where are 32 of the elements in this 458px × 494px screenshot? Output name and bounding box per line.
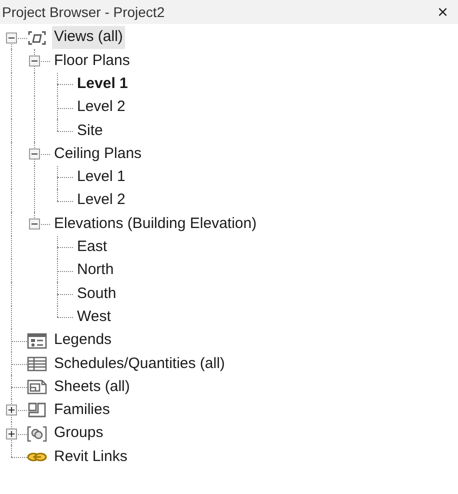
tree-item[interactable]: Groups xyxy=(52,422,106,445)
legend-icon xyxy=(27,332,47,348)
collapse-icon[interactable] xyxy=(29,148,40,160)
family-icon xyxy=(27,402,47,418)
group-icon xyxy=(27,426,47,442)
tree-item[interactable]: Legends xyxy=(52,329,114,352)
tree-item[interactable]: Level 2 xyxy=(75,96,128,119)
tree-item[interactable]: South xyxy=(75,282,118,306)
tree-item[interactable]: Ceiling Plans xyxy=(52,142,144,166)
collapse-icon[interactable] xyxy=(29,218,40,230)
tree-item[interactable]: Level 1 xyxy=(75,166,128,189)
expand-icon[interactable] xyxy=(6,428,17,440)
tree-item[interactable]: East xyxy=(75,236,110,259)
expand-icon[interactable] xyxy=(6,404,17,416)
tree-item[interactable]: Revit Links xyxy=(52,446,130,468)
collapse-icon[interactable] xyxy=(6,32,17,44)
tree-item[interactable]: North xyxy=(75,259,116,282)
tree-item[interactable]: Level 1 xyxy=(75,72,130,96)
close-button[interactable]: × xyxy=(437,3,448,21)
tree-item[interactable]: Families xyxy=(52,399,112,422)
sheet-icon xyxy=(27,379,47,396)
tree-item[interactable]: Level 2 xyxy=(75,189,128,212)
collapse-icon[interactable] xyxy=(29,55,40,66)
table-icon xyxy=(27,356,47,372)
tree-item[interactable]: West xyxy=(75,306,113,328)
tree-item[interactable]: Floor Plans xyxy=(52,50,132,72)
tree-item[interactable]: Views (all) xyxy=(52,26,125,49)
panel-title: Project Browser - Project2 xyxy=(2,2,165,22)
tree-item[interactable]: Sheets (all) xyxy=(52,376,132,398)
tree-item[interactable]: Schedules/Quantities (all) xyxy=(52,352,227,376)
tree-item[interactable]: Site xyxy=(75,120,105,142)
tree-item[interactable]: Elevations (Building Elevation) xyxy=(52,212,259,236)
